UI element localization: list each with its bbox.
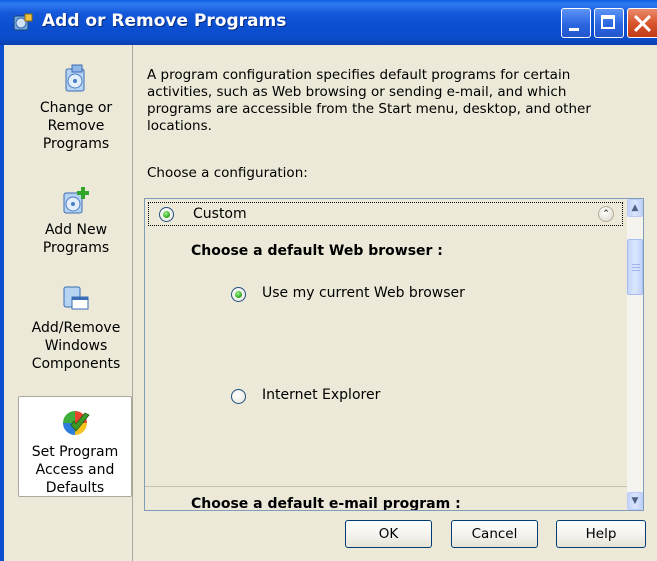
scroll-thumb[interactable] (627, 239, 643, 295)
ok-button[interactable]: OK (345, 520, 432, 548)
current-browser-radio[interactable] (231, 287, 246, 302)
sidebar-item-set-access-defaults[interactable]: Set Program Access and Defaults (18, 396, 132, 497)
internet-explorer-radio[interactable] (231, 389, 246, 404)
option-label: Use my current Web browser (262, 285, 465, 301)
sidebar-item-label: Change or Remove Programs (39, 100, 113, 152)
cancel-button[interactable]: Cancel (451, 520, 538, 548)
sidebar-item-windows-components[interactable]: Add/Remove Windows Components (18, 283, 134, 373)
set-access-defaults-icon (63, 411, 90, 435)
custom-label: Custom (193, 206, 247, 222)
sidebar: Change or Remove Programs Add New Progra… (4, 45, 133, 561)
sidebar-item-label: Add/Remove Windows Components (31, 320, 121, 372)
web-browser-heading: Choose a default Web browser : (191, 243, 443, 259)
maximize-button[interactable] (594, 8, 624, 38)
choose-configuration-label: Choose a configuration: (147, 165, 308, 181)
option-label: Internet Explorer (262, 387, 381, 403)
collapse-icon[interactable]: ⌃ (598, 206, 614, 222)
configuration-panel: Custom ⌃ Choose a default Web browser : … (145, 199, 627, 510)
email-heading: Choose a default e-mail program : (191, 496, 461, 511)
sidebar-item-add-new[interactable]: Add New Programs (18, 185, 134, 257)
scroll-down-icon[interactable]: ▼ (627, 492, 643, 510)
add-remove-programs-icon (13, 13, 33, 31)
help-button[interactable]: Help (556, 520, 646, 548)
window-title: Add or Remove Programs (42, 11, 287, 31)
sidebar-item-change-remove[interactable]: Change or Remove Programs (18, 63, 134, 153)
title-bar[interactable]: Add or Remove Programs (0, 0, 657, 45)
configuration-description: A program configuration specifies defaul… (147, 67, 591, 134)
windows-components-icon (63, 286, 89, 310)
vertical-scrollbar[interactable]: ▲ ▼ (627, 199, 643, 510)
sidebar-item-label: Set Program Access and Defaults (31, 444, 119, 496)
section-divider (145, 486, 627, 487)
configuration-list[interactable]: Custom ⌃ Choose a default Web browser : … (144, 198, 644, 511)
configuration-custom-row[interactable]: Custom ⌃ (148, 202, 623, 226)
minimize-button[interactable] (561, 8, 591, 38)
close-button[interactable] (627, 8, 657, 38)
sidebar-item-label: Add New Programs (42, 222, 110, 256)
custom-radio[interactable] (159, 207, 174, 222)
scroll-up-icon[interactable]: ▲ (627, 199, 643, 217)
add-new-icon (63, 187, 89, 214)
change-remove-icon (65, 64, 85, 92)
